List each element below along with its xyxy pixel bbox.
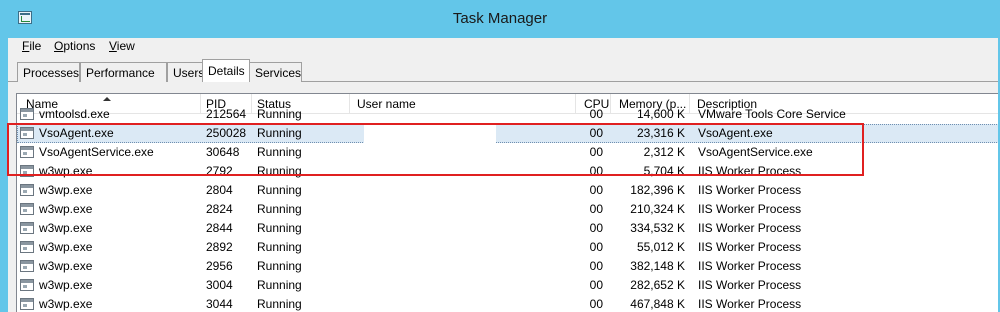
cell-name: vmtoolsd.exe bbox=[39, 107, 110, 121]
cell-memory: 334,532 K bbox=[630, 221, 685, 235]
table-row[interactable]: w3wp.exe 2844 Running 00 334,532 K IIS Worker… bbox=[17, 219, 998, 238]
menu-bar: File Options View bbox=[8, 38, 998, 58]
process-icon bbox=[20, 279, 34, 291]
cell-pid: 2956 bbox=[206, 259, 233, 273]
cell-description: IIS Worker Process bbox=[698, 278, 802, 292]
cell-name: w3wp.exe bbox=[39, 297, 93, 311]
cell-pid: 2824 bbox=[206, 202, 233, 216]
cell-pid: 212564 bbox=[206, 107, 247, 121]
table-row[interactable]: w3wp.exe 2956 Running 00 382,148 K IIS Worker… bbox=[17, 257, 998, 276]
cell-cpu: 00 bbox=[589, 240, 603, 254]
cell-description: IIS Worker Process bbox=[698, 297, 802, 311]
menu-view[interactable]: View bbox=[109, 39, 135, 53]
cell-cpu: 00 bbox=[589, 202, 603, 216]
cell-pid: 2844 bbox=[206, 221, 233, 235]
process-icon bbox=[20, 108, 34, 120]
table-row[interactable]: w3wp.exe 2892 Running 00 55,012 K IIS Worker … bbox=[17, 238, 998, 257]
table-row[interactable]: w3wp.exe 2824 Running 00 210,324 K IIS Worker… bbox=[17, 200, 998, 219]
cell-cpu: 00 bbox=[589, 278, 603, 292]
cell-status: Running bbox=[257, 202, 302, 216]
tab-users[interactable]: Users bbox=[167, 62, 204, 82]
cell-name: w3wp.exe bbox=[39, 202, 93, 216]
cell-status: Running bbox=[257, 259, 302, 273]
tab-processes[interactable]: Processes bbox=[17, 62, 80, 82]
cell-status: Running bbox=[257, 183, 302, 197]
highlight-annotation-box bbox=[7, 123, 864, 176]
cell-name: w3wp.exe bbox=[39, 183, 93, 197]
title-bar[interactable]: Task Manager bbox=[0, 0, 1000, 38]
tab-performance[interactable]: Performance bbox=[80, 62, 167, 82]
cell-description: VMware Tools Core Service bbox=[698, 107, 846, 121]
cell-description: IIS Worker Process bbox=[698, 183, 802, 197]
cell-memory: 210,324 K bbox=[630, 202, 685, 216]
cell-cpu: 00 bbox=[589, 107, 603, 121]
cell-description: IIS Worker Process bbox=[698, 202, 802, 216]
table-row[interactable]: w3wp.exe 2804 Running 00 182,396 K IIS Worker… bbox=[17, 181, 998, 200]
cell-name: w3wp.exe bbox=[39, 221, 93, 235]
process-icon bbox=[20, 260, 34, 272]
process-icon bbox=[20, 184, 34, 196]
cell-memory: 55,012 K bbox=[636, 240, 685, 254]
table-row[interactable]: w3wp.exe 3004 Running 00 282,652 K IIS Worker… bbox=[17, 276, 998, 295]
process-icon bbox=[20, 222, 34, 234]
cell-description: IIS Worker Process bbox=[698, 240, 802, 254]
tab-strip: Processes Performance Users Details Serv… bbox=[8, 58, 998, 83]
cell-cpu: 00 bbox=[589, 259, 603, 273]
table-row[interactable]: vmtoolsd.exe 212564 Running 00 14,600 K VMwar… bbox=[17, 105, 998, 124]
cell-cpu: 00 bbox=[589, 297, 603, 311]
cell-description: IIS Worker Process bbox=[698, 259, 802, 273]
cell-memory: 467,848 K bbox=[630, 297, 685, 311]
process-icon bbox=[20, 241, 34, 253]
cell-status: Running bbox=[257, 107, 302, 121]
cell-status: Running bbox=[257, 278, 302, 292]
cell-status: Running bbox=[257, 221, 302, 235]
cell-cpu: 00 bbox=[589, 221, 603, 235]
cell-name: w3wp.exe bbox=[39, 278, 93, 292]
cell-pid: 2804 bbox=[206, 183, 233, 197]
tab-details[interactable]: Details bbox=[202, 59, 250, 83]
cell-status: Running bbox=[257, 297, 302, 311]
menu-options[interactable]: Options bbox=[54, 39, 95, 53]
tab-services[interactable]: Services bbox=[249, 62, 302, 82]
table-row[interactable]: w3wp.exe 3044 Running 00 467,848 K IIS Worker… bbox=[17, 295, 998, 312]
process-icon bbox=[20, 298, 34, 310]
cell-status: Running bbox=[257, 240, 302, 254]
cell-memory: 382,148 K bbox=[630, 259, 685, 273]
cell-description: IIS Worker Process bbox=[698, 221, 802, 235]
menu-file[interactable]: File bbox=[22, 39, 41, 53]
cell-pid: 3044 bbox=[206, 297, 233, 311]
cell-cpu: 00 bbox=[589, 183, 603, 197]
window-title: Task Manager bbox=[452, 10, 548, 27]
cell-memory: 282,652 K bbox=[630, 278, 685, 292]
cell-name: w3wp.exe bbox=[39, 240, 93, 254]
sort-ascending-icon bbox=[103, 97, 111, 101]
cell-memory: 14,600 K bbox=[636, 107, 685, 121]
cell-name: w3wp.exe bbox=[39, 259, 93, 273]
process-icon bbox=[20, 203, 34, 215]
cell-pid: 2892 bbox=[206, 240, 233, 254]
cell-memory: 182,396 K bbox=[630, 183, 685, 197]
cell-pid: 3004 bbox=[206, 278, 233, 292]
